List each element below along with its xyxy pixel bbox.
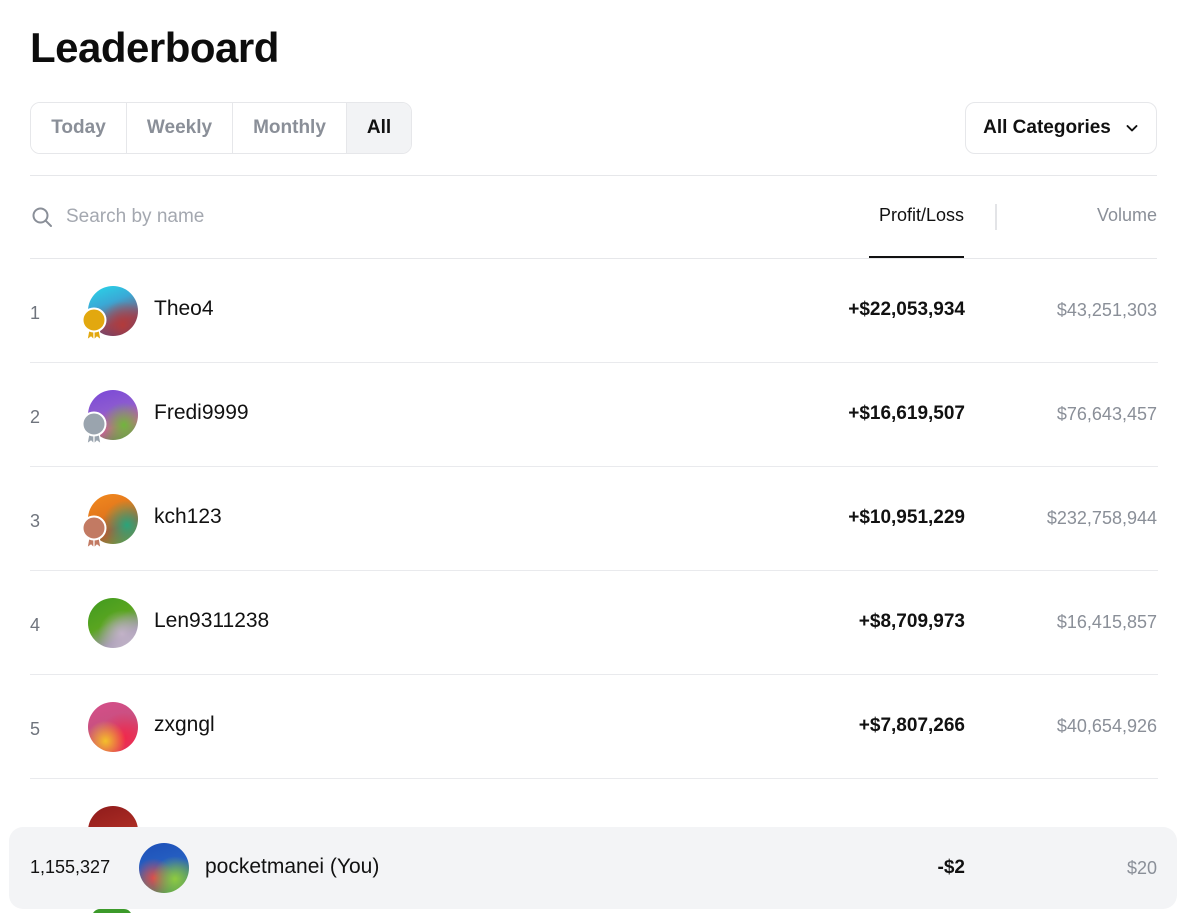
column-header-profit-loss[interactable]: Profit/Loss	[879, 205, 964, 226]
volume-value: $43,251,303	[1056, 300, 1157, 320]
volume-value: $232,758,944	[1046, 508, 1157, 528]
rank-number: 4	[30, 615, 41, 635]
header-divider	[30, 175, 1157, 176]
username[interactable]: Theo4	[154, 297, 214, 321]
volume-value: $16,415,857	[1056, 612, 1157, 632]
current-user-name[interactable]: pocketmanei (You)	[205, 855, 379, 879]
profit-loss-value: +$7,807,266	[858, 715, 965, 736]
volume-value: $40,654,926	[1056, 716, 1157, 736]
tab-weekly[interactable]: Weekly	[127, 103, 233, 153]
leaderboard-page: Leaderboard Today Weekly Monthly All All…	[0, 0, 1200, 913]
profit-loss-value: +$22,053,934	[848, 299, 965, 320]
current-user-rank: 1,155,327	[30, 857, 111, 877]
profit-loss-value: +$16,619,507	[848, 403, 965, 424]
column-separator	[995, 204, 997, 230]
column-header-volume[interactable]: Volume	[1097, 205, 1157, 226]
username[interactable]: Fredi9999	[154, 401, 249, 425]
rank-number: 1	[30, 303, 41, 323]
username[interactable]: kch123	[154, 505, 222, 529]
next-row-avatar-peek	[92, 909, 132, 913]
rank-number: 2	[30, 407, 41, 427]
period-tabs: Today Weekly Monthly All	[30, 102, 412, 154]
username[interactable]: zxgngl	[154, 713, 215, 737]
profit-loss-value: +$10,951,229	[848, 507, 965, 528]
tab-today[interactable]: Today	[31, 103, 127, 153]
page-title: Leaderboard	[30, 24, 279, 71]
table-row[interactable]: 5 zxgngl +$7,807,266 $40,654,926	[30, 675, 1158, 779]
search-icon	[32, 207, 52, 227]
current-user-avatar	[139, 843, 189, 893]
silver-medal-icon	[81, 411, 107, 445]
username[interactable]: Len9311238	[154, 609, 269, 633]
table-row[interactable]: 3 kch123 +$10,951,229 $232,758,944	[30, 467, 1158, 571]
tab-all[interactable]: All	[347, 103, 411, 153]
current-user-volume: $20	[1126, 858, 1157, 878]
category-dropdown-label: All Categories	[983, 117, 1111, 138]
search-input[interactable]	[66, 200, 566, 234]
avatar	[88, 702, 138, 752]
gold-medal-icon	[81, 307, 107, 341]
rank-number: 3	[30, 511, 41, 531]
chevron-down-icon	[1126, 125, 1138, 132]
tab-monthly[interactable]: Monthly	[233, 103, 347, 153]
table-row[interactable]: 1 Theo4 +$22,053,934 $43,251,303	[30, 259, 1158, 363]
rank-number: 5	[30, 719, 41, 739]
volume-value: $76,643,457	[1056, 404, 1157, 424]
profit-loss-value: +$8,709,973	[858, 611, 965, 632]
table-row[interactable]: 4 Len9311238 +$8,709,973 $16,415,857	[30, 571, 1158, 675]
avatar	[88, 598, 138, 648]
current-user-profit-loss: -$2	[937, 857, 965, 878]
bronze-medal-icon	[81, 515, 107, 549]
table-row[interactable]: 2 Fredi9999 +$16,619,507 $76,643,457	[30, 363, 1158, 467]
category-dropdown[interactable]: All Categories	[965, 102, 1157, 154]
current-user-row[interactable]: 1,155,327 pocketmanei (You) -$2 $20	[9, 827, 1177, 909]
